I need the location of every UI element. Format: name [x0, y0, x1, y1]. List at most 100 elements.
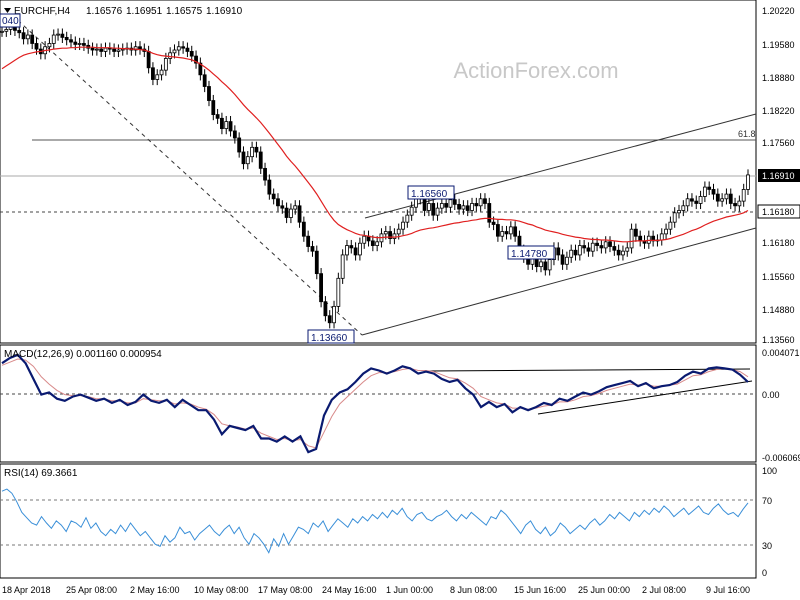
candle-body	[189, 51, 194, 57]
candle-body	[34, 43, 39, 50]
candle-body	[478, 198, 483, 207]
cut-label: 040	[2, 16, 19, 27]
candle-body	[569, 249, 574, 258]
time-label: 17 May 08:00	[258, 585, 313, 595]
candle-body	[487, 203, 492, 223]
candle-body	[668, 221, 673, 230]
candle-body	[289, 208, 293, 218]
candle-body	[146, 51, 151, 69]
candle-body	[556, 247, 561, 256]
candle-body	[422, 198, 427, 211]
time-label: 25 Apr 08:00	[66, 585, 117, 595]
candle-body	[396, 228, 401, 235]
candle-body	[362, 235, 367, 244]
candle-body	[715, 193, 720, 202]
annotation-low1: 1.13660	[307, 329, 355, 344]
candle-body	[301, 221, 306, 237]
candle-body	[21, 32, 26, 40]
macd-panel	[0, 344, 757, 463]
candle-body	[293, 205, 298, 210]
candle-body	[224, 121, 229, 130]
candle-body	[409, 206, 414, 216]
high-value: 1.16951	[126, 6, 163, 17]
candle-body	[82, 43, 86, 46]
candle-body	[99, 48, 104, 52]
candle-body	[4, 29, 9, 32]
candle-body	[603, 241, 608, 249]
price-tick: 1.15560	[762, 272, 795, 282]
candle-body	[573, 249, 578, 256]
time-label: 15 Jun 16:00	[514, 585, 566, 595]
candle-body	[370, 240, 375, 246]
candle-body	[349, 245, 354, 249]
close-value: 1.16910	[206, 6, 243, 17]
candle-body	[0, 30, 4, 33]
candle-body	[629, 228, 634, 249]
candle-body	[513, 226, 518, 237]
candle-body	[17, 29, 22, 34]
candle-body	[457, 203, 461, 210]
candle-body	[306, 235, 311, 247]
candle-body	[25, 34, 30, 40]
candle-body	[672, 212, 677, 223]
candle-body	[405, 214, 410, 223]
rsi-tick: 30	[762, 541, 772, 551]
candle-body	[612, 246, 617, 251]
candle-body	[677, 210, 681, 214]
price-tick: 1.16180	[762, 238, 795, 248]
candle-body	[646, 235, 651, 244]
candle-body	[444, 203, 449, 208]
chart-window: ActionForex.com 61.8 EURCHF,H4 1.16576 1…	[0, 0, 800, 600]
candle-body	[181, 46, 186, 49]
candle-body	[284, 207, 289, 218]
time-label: 10 May 08:00	[194, 585, 249, 595]
candle-body	[73, 41, 78, 45]
time-label: 2 Jul 08:00	[642, 585, 686, 595]
candle-body	[176, 46, 181, 51]
candle-body	[310, 246, 315, 252]
candle-body	[577, 245, 582, 256]
candle-body	[448, 199, 453, 208]
support-price-tag: 1.16180	[762, 207, 795, 217]
candle-body	[69, 39, 73, 43]
candle-body	[543, 261, 548, 271]
candle-body	[353, 247, 358, 256]
candle-body	[159, 69, 164, 76]
candle-body	[280, 205, 285, 209]
candle-body	[720, 198, 725, 202]
time-label: 18 Apr 2018	[2, 585, 51, 595]
candle-body	[560, 254, 565, 265]
candle-body	[263, 167, 267, 181]
candle-body	[431, 203, 436, 216]
candle-body	[547, 259, 552, 271]
candle-body	[271, 193, 276, 200]
candle-body	[60, 33, 65, 38]
macd-tick: 0.004071	[762, 348, 800, 358]
candle-body	[332, 305, 336, 324]
candle-body	[241, 151, 246, 165]
rsi-panel	[0, 463, 757, 579]
candle-body	[707, 186, 712, 190]
candle-body	[202, 74, 207, 87]
candle-body	[564, 256, 569, 265]
time-label: 8 Jun 08:00	[450, 585, 497, 595]
candle-body	[267, 179, 272, 195]
candle-body	[358, 242, 362, 256]
candle-body	[465, 205, 470, 211]
candle-body	[435, 207, 440, 216]
candle-body	[90, 47, 95, 51]
candle-body	[151, 67, 155, 80]
open-value: 1.16576	[86, 6, 123, 17]
candle-body	[741, 189, 746, 202]
candle-body	[452, 199, 457, 205]
watermark: ActionForex.com	[453, 58, 618, 83]
annotation-low1-text: 1.13660	[311, 333, 348, 344]
candle-body	[539, 261, 543, 268]
annotation-high1-text: 1.16560	[411, 189, 448, 200]
candle-body	[711, 189, 716, 195]
candle-body	[392, 233, 397, 239]
candle-body	[232, 130, 237, 139]
time-label: 25 Jun 00:00	[578, 585, 630, 595]
candle-body	[237, 137, 242, 153]
candle-body	[375, 241, 380, 246]
